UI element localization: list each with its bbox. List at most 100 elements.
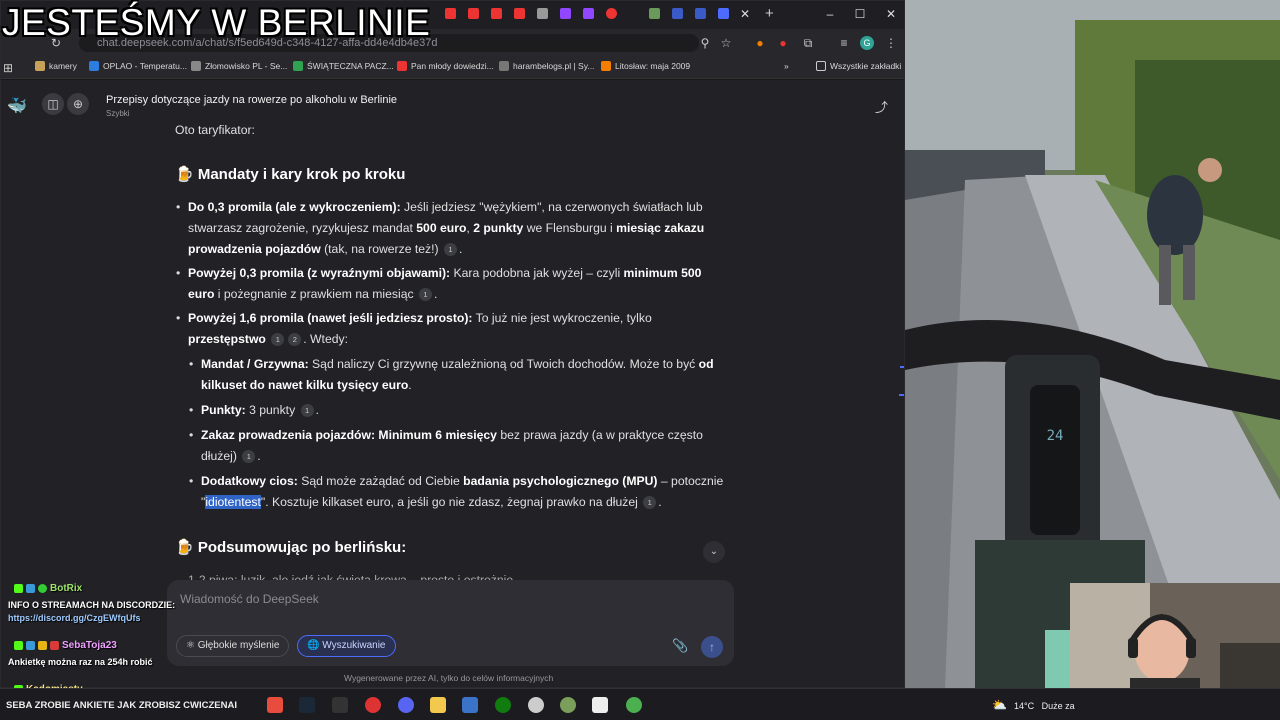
site-icon — [293, 61, 303, 71]
list-item: Powyżej 0,3 promila (z wyraźnymi objawam… — [176, 263, 728, 305]
chrome-taskbar-icon[interactable] — [626, 697, 642, 713]
minimize-icon[interactable]: – — [823, 7, 837, 21]
bookmark-item[interactable]: harambelogs.pl | Sy... — [499, 61, 594, 71]
twitch-tab-icon[interactable] — [583, 8, 594, 19]
send-button[interactable]: ↑ — [701, 636, 723, 658]
chat-message: INFO O STREAMACH NA DISCORDZIE: — [8, 600, 176, 610]
bookmark-item[interactable]: Litosław: maja 2009 — [601, 61, 690, 71]
svg-text:24: 24 — [1047, 428, 1064, 444]
folder-icon — [35, 61, 45, 71]
list-item: Do 0,3 promila (ale z wykroczeniem): Jeś… — [176, 197, 728, 260]
citation-badge[interactable]: 1 — [643, 496, 657, 509]
chat-link[interactable]: https://discord.gg/CzgEWfqUfs — [8, 613, 141, 623]
attach-icon[interactable]: 📎 — [672, 638, 688, 654]
weather-widget[interactable]: 14°C Duże za — [1014, 701, 1075, 711]
deep-think-icon: ⚛ — [186, 640, 198, 651]
scroll-down-button[interactable]: ⌄ — [703, 541, 725, 563]
youtube-tab-icon[interactable] — [514, 8, 525, 19]
bookmark-item[interactable]: Złomowisko PL - Se... — [191, 61, 287, 71]
apps-grid-icon[interactable]: ⊞ — [1, 61, 15, 75]
chat-username: SebaToja23 — [14, 640, 117, 651]
list-text: To już nie jest wykroczenie, tylko — [472, 311, 652, 325]
scrollbar[interactable] — [898, 81, 904, 611]
app-taskbar-icon[interactable] — [560, 697, 576, 713]
bookmark-item[interactable]: OPLAO - Temperatu... — [89, 61, 187, 71]
more-bookmarks-icon[interactable]: » — [784, 61, 789, 71]
webcam-overlay — [1070, 583, 1280, 688]
new-chat-icon[interactable]: ⊕ — [67, 93, 89, 115]
steam-taskbar-icon[interactable] — [299, 697, 315, 713]
document-tab-icon[interactable] — [537, 8, 548, 19]
browser-menu-icon[interactable]: ⋮ — [884, 36, 898, 50]
citation-badge[interactable]: 2 — [288, 333, 302, 346]
site-icon — [499, 61, 509, 71]
deepseek-logo-icon[interactable]: 🐳 — [7, 96, 27, 116]
list-bold: badania psychologicznego (MPU) — [463, 474, 658, 488]
youtube-tab-icon[interactable] — [468, 8, 479, 19]
section-heading: 🍺 Mandaty i kary krok po kroku — [175, 166, 406, 183]
site-icon — [89, 61, 99, 71]
citation-badge[interactable]: 1 — [242, 450, 256, 463]
sub-badge-icon — [38, 641, 47, 650]
deepseek-tab-icon[interactable] — [718, 8, 729, 19]
share-icon[interactable]: ⤴ — [875, 97, 888, 116]
section-heading: 🍺 Podsumowując po berlińsku: — [175, 539, 407, 556]
explorer-taskbar-icon[interactable] — [430, 697, 446, 713]
youtube-tab-icon[interactable] — [445, 8, 456, 19]
citation-badge[interactable]: 1 — [271, 333, 285, 346]
new-tab-button[interactable]: + — [765, 5, 774, 22]
site-tab-icon[interactable] — [672, 8, 683, 19]
extension-icon[interactable]: ● — [753, 36, 767, 50]
composer-placeholder[interactable]: Wiadomość do DeepSeek — [180, 592, 319, 606]
citation-badge[interactable]: 1 — [418, 288, 432, 301]
selected-text[interactable]: idiotentest — [205, 495, 261, 509]
tab-search-icon[interactable]: ≡ — [837, 36, 851, 50]
close-tab-icon[interactable]: ✕ — [738, 7, 752, 21]
image-tab-icon[interactable] — [649, 8, 660, 19]
list-text: . — [408, 378, 412, 392]
chat-message: Ankietkę można raz na 254h robić — [8, 657, 153, 667]
bookmark-label: OPLAO - Temperatu... — [103, 61, 187, 71]
xbox-taskbar-icon[interactable] — [495, 697, 511, 713]
maximize-icon[interactable]: ☐ — [853, 7, 867, 21]
deep-think-button[interactable]: ⚛ Głębokie myślenie — [176, 635, 290, 657]
app-taskbar-icon[interactable] — [267, 697, 283, 713]
sidebar-toggle-icon[interactable]: ◫ — [42, 93, 64, 115]
obs-taskbar-icon[interactable] — [592, 697, 608, 713]
pinterest-tab-icon[interactable] — [606, 8, 617, 19]
list-bold: przestępstwo — [188, 332, 266, 346]
epic-taskbar-icon[interactable] — [332, 697, 348, 713]
citation-badge[interactable]: 1 — [443, 243, 457, 256]
list-text: i pożegnanie z prawkiem na miesiąc — [214, 287, 414, 301]
weather-temp: 14°C — [1014, 701, 1035, 711]
youtube-tab-icon[interactable] — [491, 8, 502, 19]
extensions-puzzle-icon[interactable]: ⧉ — [801, 36, 815, 50]
bookmark-star-icon[interactable]: ☆ — [719, 36, 733, 50]
bookmark-item[interactable]: Pan młody dowiedzi... — [397, 61, 494, 71]
app-taskbar-icon[interactable] — [462, 697, 478, 713]
weather-icon[interactable]: ⛅ — [992, 698, 1007, 712]
bookmark-label: kamery — [49, 61, 77, 71]
app-taskbar-icon[interactable] — [528, 697, 544, 713]
citation-badge[interactable]: 1 — [300, 404, 314, 417]
profile-avatar[interactable]: G — [860, 36, 874, 50]
bookmark-item[interactable]: ŚWIĄTECZNA PACZ... — [293, 61, 394, 71]
close-window-icon[interactable]: ✕ — [884, 7, 898, 21]
bookmark-item[interactable]: kamery — [35, 61, 77, 71]
all-bookmarks[interactable]: Wszystkie zakładki — [816, 61, 901, 71]
discord-taskbar-icon[interactable] — [398, 697, 414, 713]
list-text: (tak, na rowerze też!) — [320, 242, 439, 256]
twitch-tab-icon[interactable] — [560, 8, 571, 19]
site-tab-icon[interactable] — [695, 8, 706, 19]
opera-taskbar-icon[interactable] — [365, 697, 381, 713]
list-text: . Wtedy: — [303, 332, 348, 346]
message-composer[interactable]: Wiadomość do DeepSeek ⚛ Głębokie myśleni… — [167, 580, 734, 666]
gift-badge-icon — [50, 641, 59, 650]
list-item-lead: Do 0,3 promila (ale z wykroczeniem): — [188, 200, 401, 214]
globe-icon: 🌐 — [307, 640, 323, 651]
search-button[interactable]: 🌐 Wyszukiwanie — [297, 635, 396, 657]
folder-icon — [816, 61, 826, 71]
extension-icon[interactable]: ● — [776, 36, 790, 50]
mod-badge-icon — [26, 584, 35, 593]
zoom-icon[interactable]: ⚲ — [698, 36, 712, 50]
